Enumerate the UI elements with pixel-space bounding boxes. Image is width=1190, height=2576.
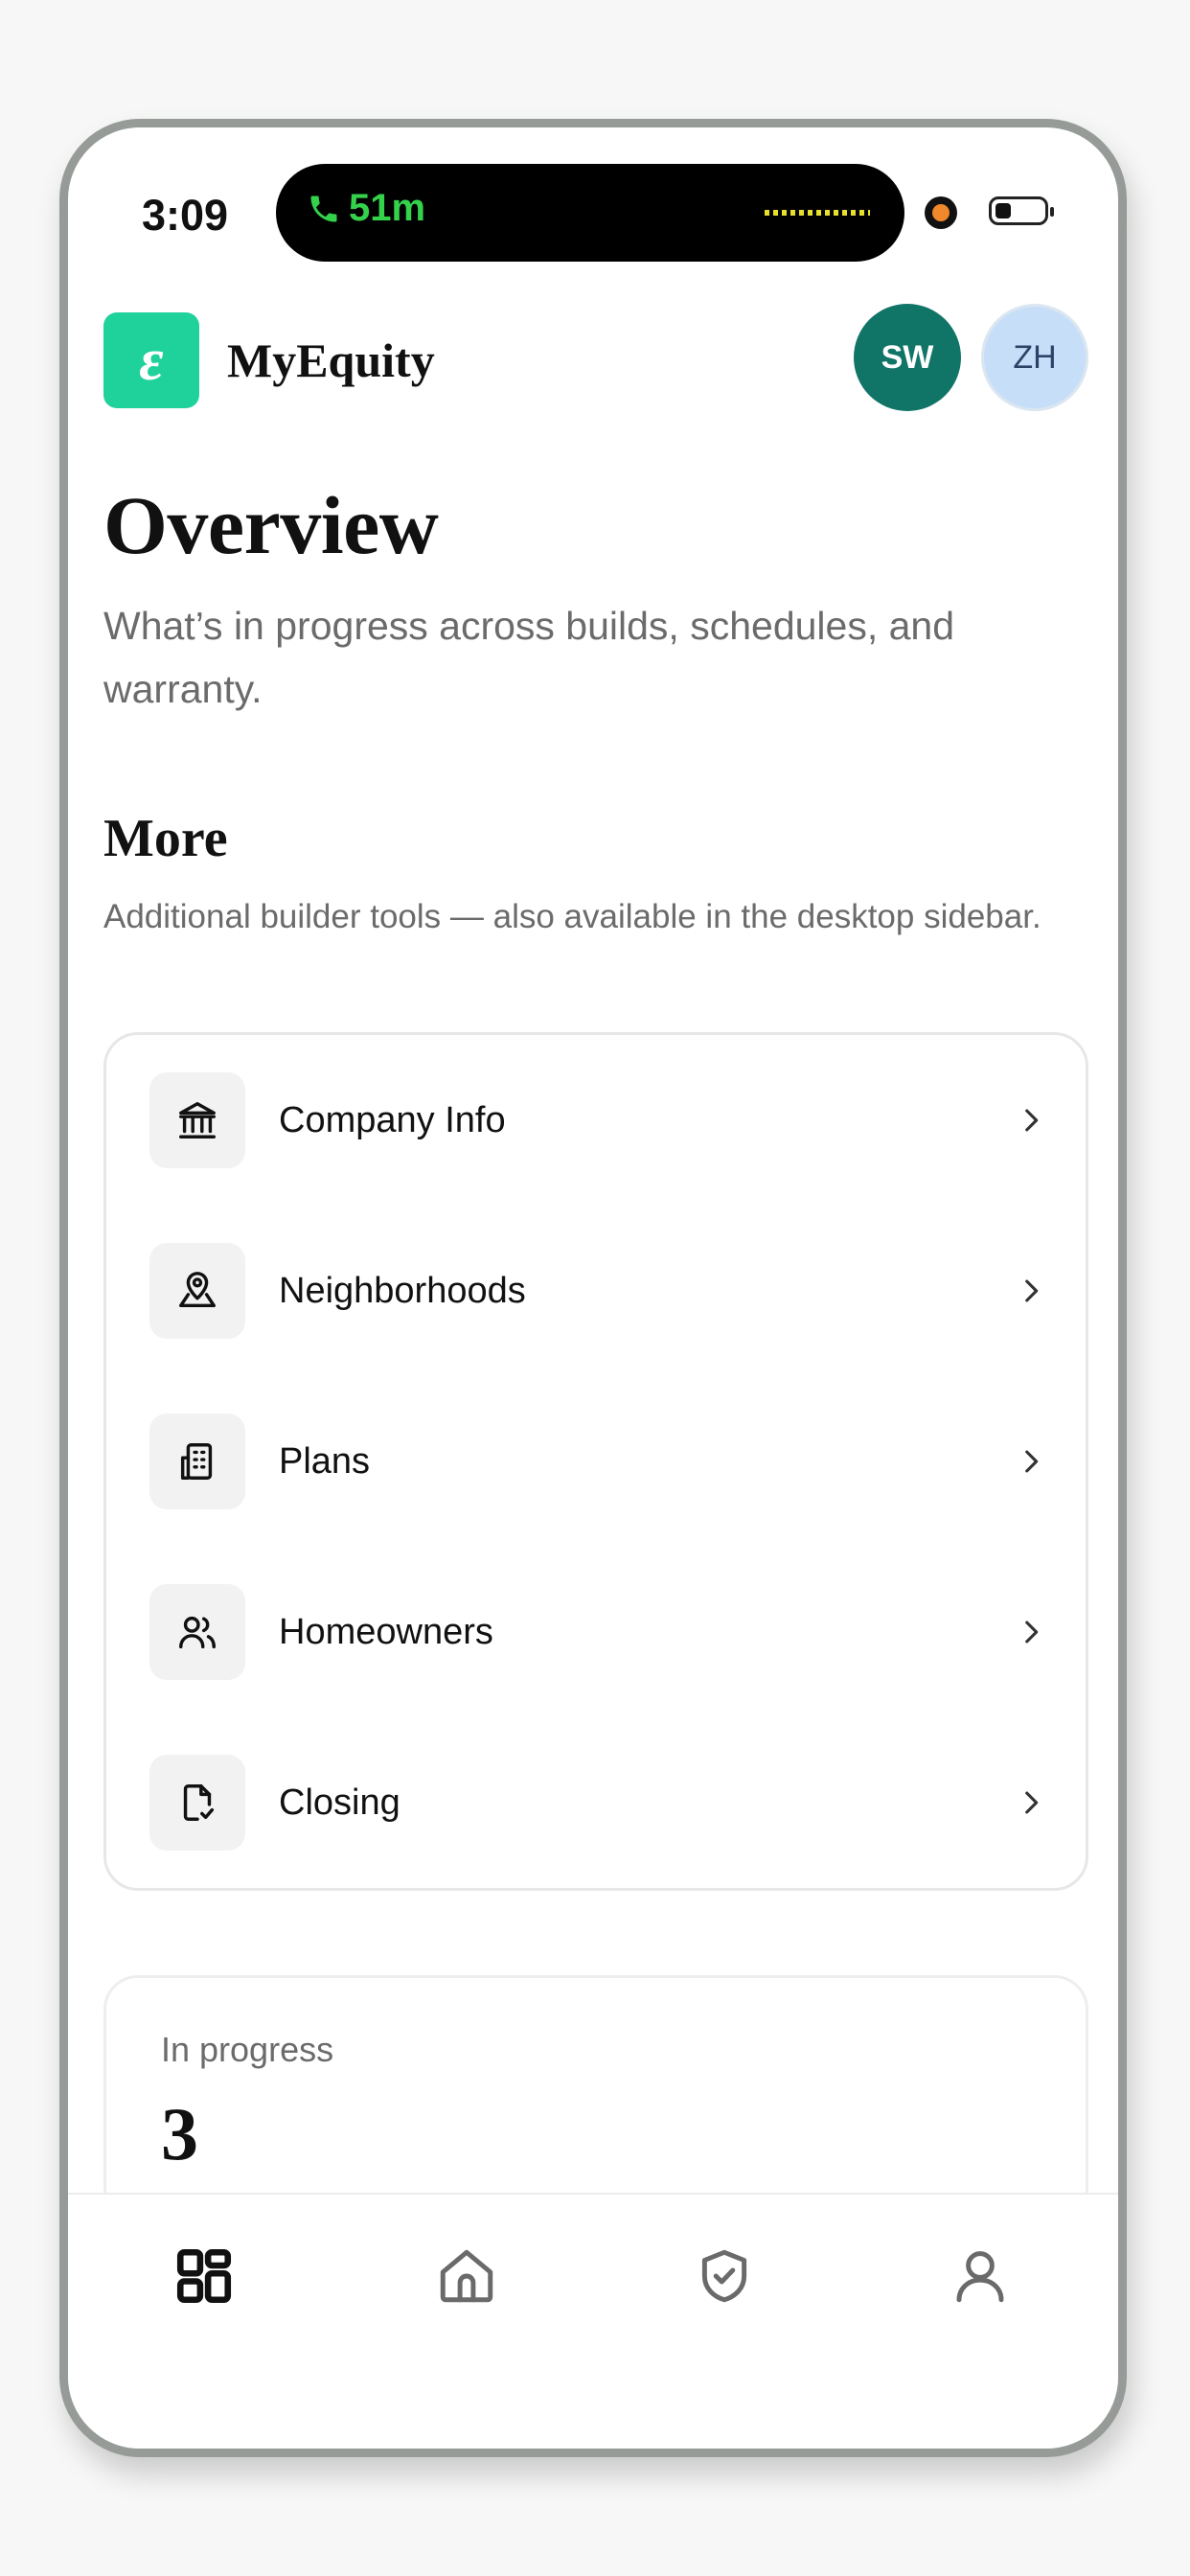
menu-item-plans[interactable]: Plans <box>106 1376 1086 1547</box>
menu-item-closing[interactable]: Closing <box>106 1717 1086 1888</box>
dashboard-icon <box>176 2248 232 2304</box>
menu-item-label: Homeowners <box>279 1611 493 1652</box>
status-time: 3:09 <box>142 191 229 240</box>
bank-icon <box>149 1072 245 1168</box>
call-duration: 51m <box>349 187 426 229</box>
tab-dashboard[interactable] <box>171 2242 238 2310</box>
building-icon <box>149 1414 245 1509</box>
map-pin-icon <box>149 1243 245 1339</box>
user-icon <box>956 2251 1004 2303</box>
menu-item-homeowners[interactable]: Homeowners <box>106 1547 1086 1717</box>
chevron-right-icon <box>1025 1279 1039 1302</box>
chevron-right-icon <box>1025 1109 1039 1132</box>
chevron-right-icon <box>1025 1450 1039 1473</box>
tab-warranty[interactable] <box>691 2242 758 2310</box>
chevron-right-icon <box>1025 1791 1039 1814</box>
tab-profile[interactable] <box>947 2242 1014 2310</box>
menu-item-label: Neighborhoods <box>279 1270 526 1311</box>
avatar-zh[interactable]: ZH <box>981 304 1088 411</box>
menu-item-company-info[interactable]: Company Info <box>106 1035 1086 1206</box>
stat-label: In progress <box>161 2030 334 2069</box>
brand-name: MyEquity <box>227 334 435 387</box>
bottom-tab-bar <box>68 2193 1118 2449</box>
menu-item-label: Closing <box>279 1782 400 1823</box>
phone-frame: 3:09 51m ε MyEquity SW ZH Overview What’… <box>59 119 1127 2457</box>
dynamic-island[interactable]: 51m <box>276 164 904 262</box>
menu-item-label: Company Info <box>279 1099 506 1140</box>
page-subtitle: What’s in progress across builds, schedu… <box>103 604 955 711</box>
app-logo[interactable]: ε <box>103 312 199 408</box>
menu-item-label: Plans <box>279 1440 371 1482</box>
camera-indicator <box>925 196 957 229</box>
page-title: Overview <box>103 479 439 571</box>
battery-icon <box>989 196 1054 225</box>
users-icon <box>149 1584 245 1680</box>
section-title-more: More <box>103 809 228 868</box>
home-icon <box>440 2249 493 2303</box>
more-menu: Company Info Neighborhoods Plans Homeown… <box>103 1032 1088 1891</box>
stat-card-in-progress[interactable]: In progress 3 <box>103 1975 1088 2224</box>
shield-check-icon <box>701 2249 747 2303</box>
chevron-right-icon <box>1025 1621 1039 1644</box>
tab-home[interactable] <box>433 2242 500 2310</box>
stat-value: 3 <box>161 2092 198 2175</box>
section-subtitle-more: Additional builder tools — also availabl… <box>103 898 1041 935</box>
file-check-icon <box>149 1755 245 1851</box>
audio-wave <box>765 210 870 216</box>
phone-icon <box>310 196 337 221</box>
menu-item-neighborhoods[interactable]: Neighborhoods <box>106 1206 1086 1376</box>
avatar-sw[interactable]: SW <box>854 304 961 411</box>
call-indicator: 51m <box>307 187 425 230</box>
